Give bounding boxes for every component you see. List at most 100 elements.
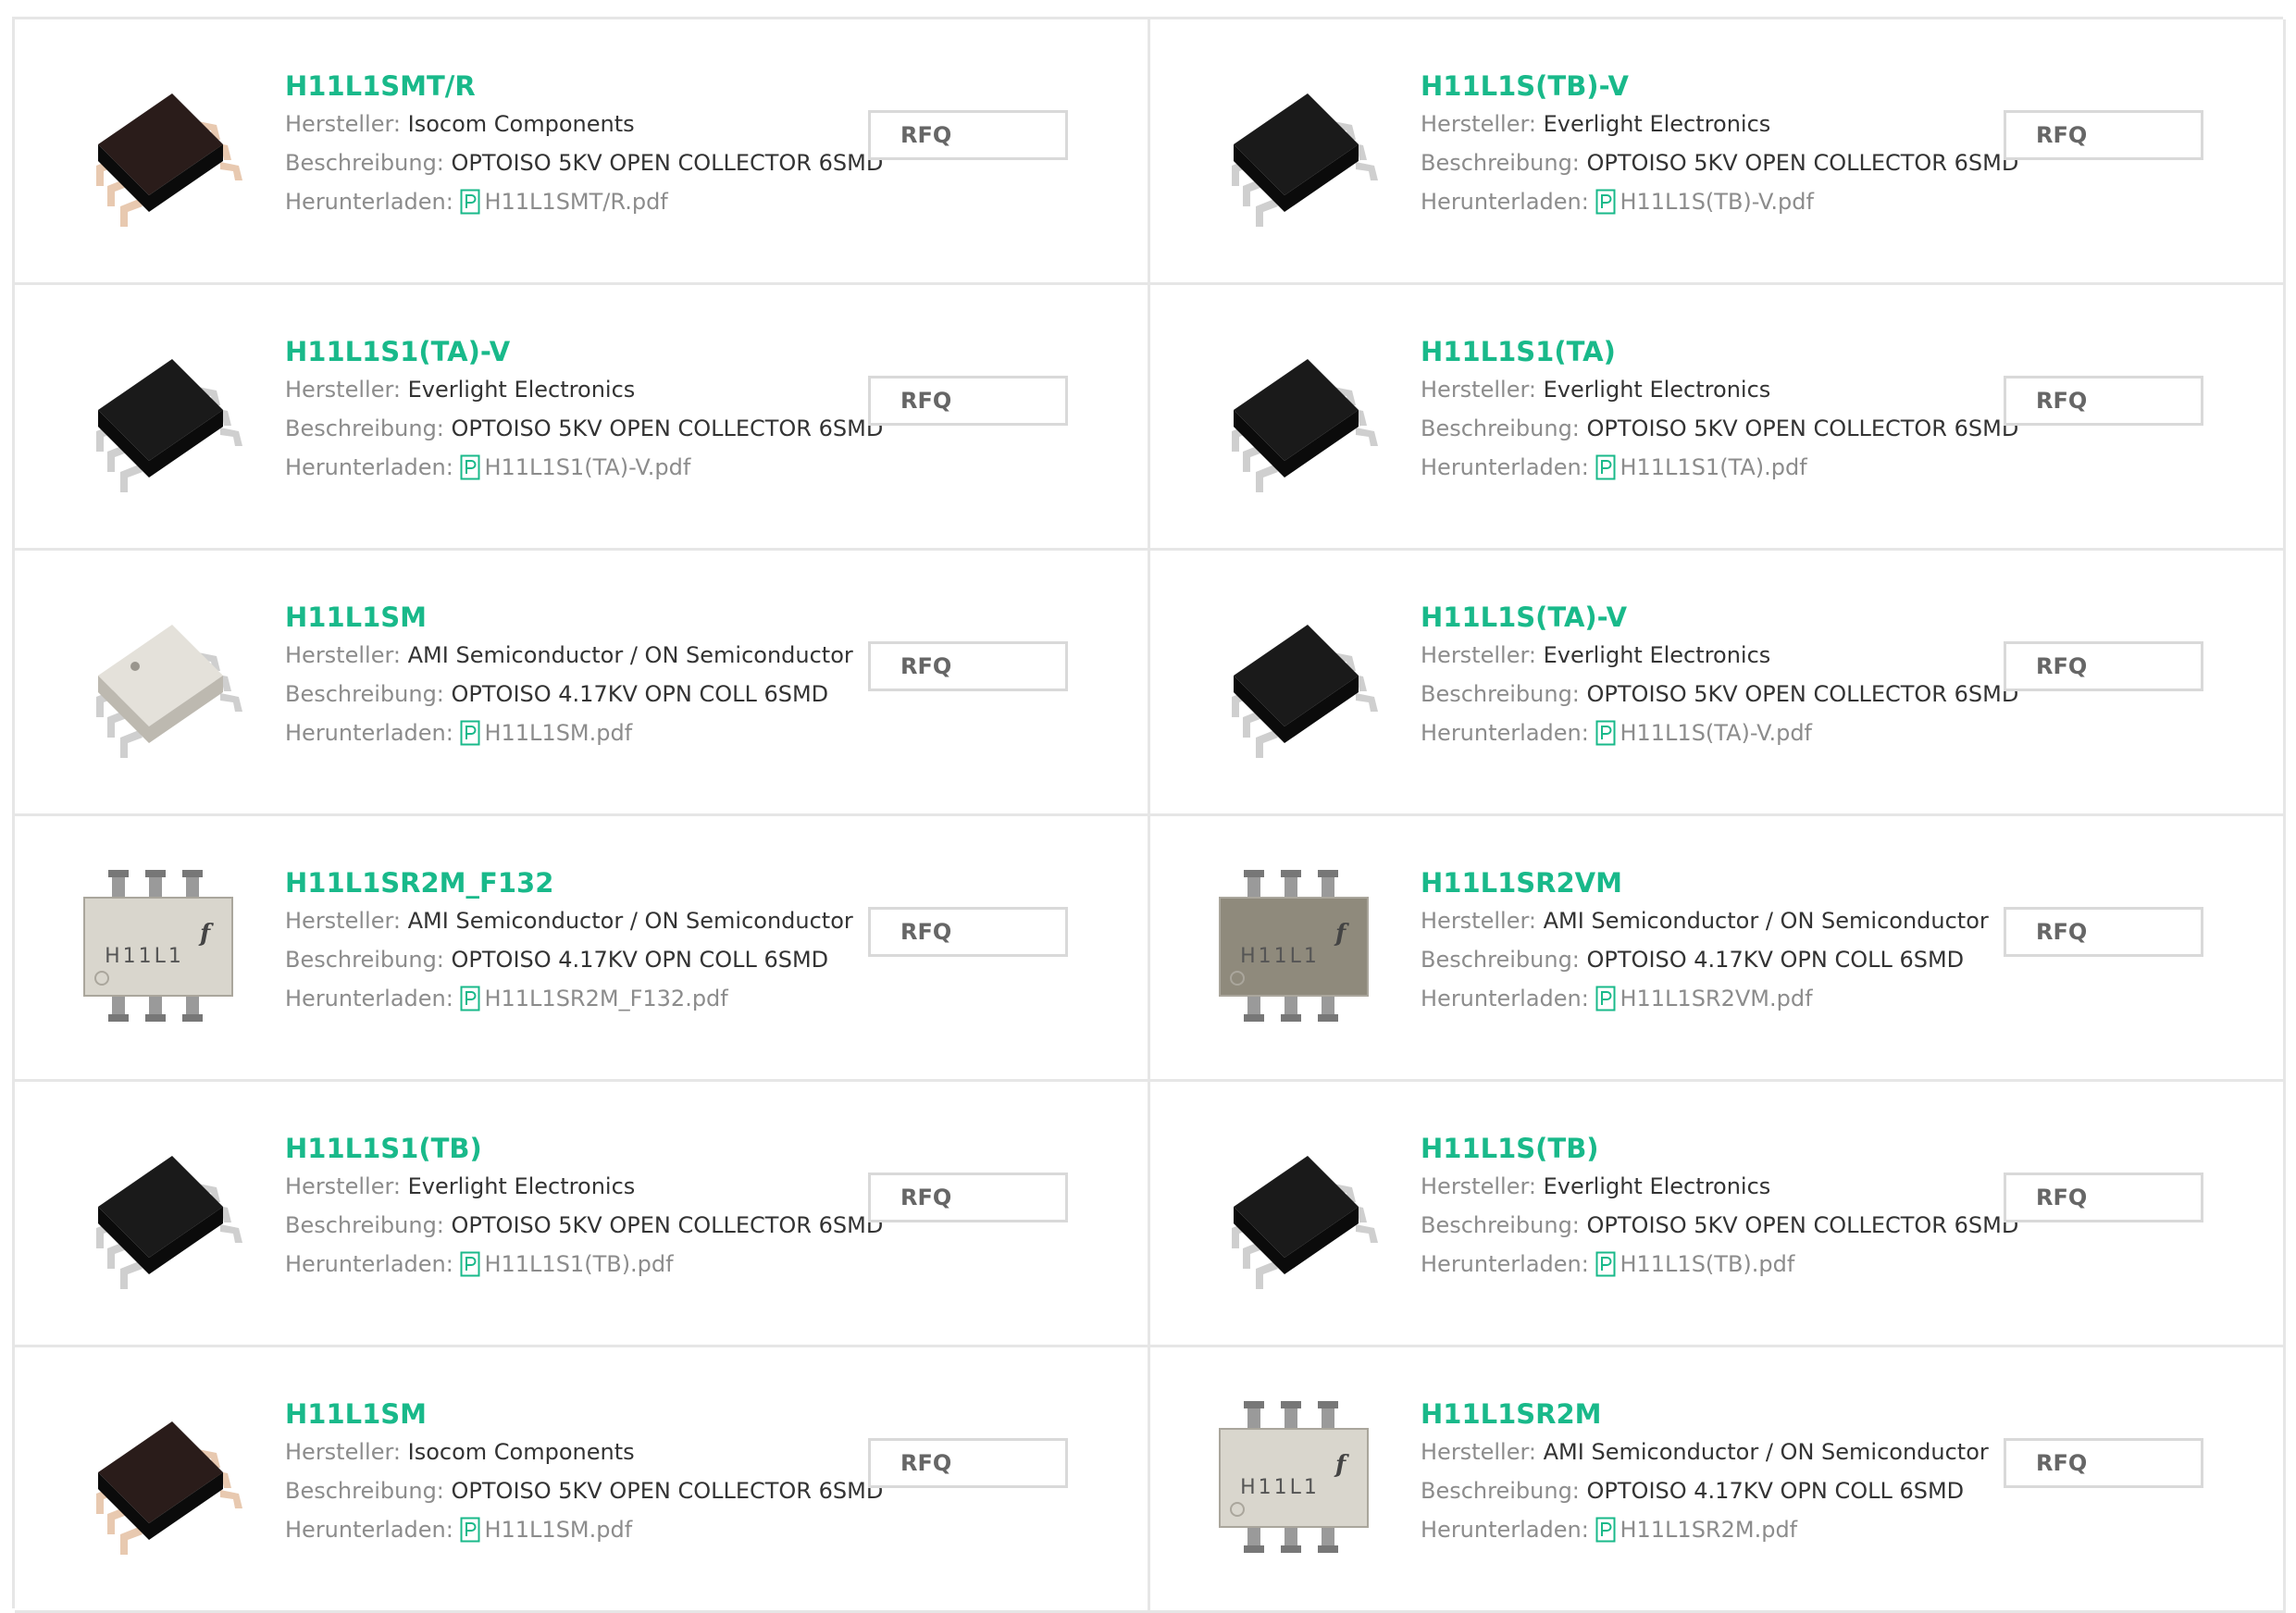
download-label: Herunterladen:	[285, 1517, 453, 1543]
rfq-button[interactable]: RFQ	[2004, 376, 2203, 426]
chip-top-h11l1-light-icon[interactable]: H11L1f	[61, 853, 255, 1038]
pdf-icon	[1595, 454, 1616, 480]
pdf-icon	[460, 720, 480, 746]
description-row: Beschreibung: OPTOISO 5KV OPEN COLLECTOR…	[1421, 409, 2018, 448]
manufacturer-row: Hersteller: Everlight Electronics	[1421, 370, 2013, 409]
rfq-button[interactable]: RFQ	[2004, 907, 2203, 957]
part-number-link[interactable]: H11L1S1(TA)	[1421, 333, 2013, 370]
chip-smd-black-icon[interactable]	[1197, 56, 1391, 242]
chip-smd-isocom-icon[interactable]	[61, 56, 255, 242]
part-number-link[interactable]: H11L1SM	[285, 1396, 877, 1433]
description-value: OPTOISO 5KV OPEN COLLECTOR 6SMD	[1586, 1212, 2019, 1238]
chip-smd-black-icon[interactable]	[1197, 322, 1391, 507]
rfq-button[interactable]: RFQ	[868, 641, 1068, 691]
chip-smd-isocom-icon[interactable]	[61, 1384, 255, 1570]
datasheet-link[interactable]: H11L1SR2M.pdf	[1595, 1517, 1797, 1543]
chip-top-h11l1-dark-icon[interactable]: H11L1f	[1197, 853, 1391, 1038]
part-number-link[interactable]: H11L1S1(TA)-V	[285, 333, 877, 370]
rfq-button[interactable]: RFQ	[2004, 1438, 2203, 1488]
manufacturer-value: Everlight Electronics	[407, 377, 636, 403]
manufacturer-label: Hersteller:	[285, 1439, 401, 1465]
datasheet-link[interactable]: H11L1S1(TB).pdf	[460, 1251, 674, 1277]
part-number-link[interactable]: H11L1S(TB)-V	[1421, 68, 2013, 105]
part-number-link[interactable]: H11L1S1(TB)	[285, 1130, 877, 1167]
product-card: H11L1S(TA)-V Hersteller: Everlight Elect…	[1150, 551, 2286, 816]
datasheet-link[interactable]: H11L1SR2M_F132.pdf	[460, 986, 728, 1011]
pdf-icon	[1595, 1517, 1616, 1543]
chip-smd-black-icon[interactable]	[61, 1119, 255, 1304]
part-number-link[interactable]: H11L1SMT/R	[285, 68, 877, 105]
download-row: Herunterladen: H11L1SR2VM.pdf	[1421, 979, 2013, 1018]
manufacturer-value: Everlight Electronics	[1543, 111, 1771, 137]
download-label: Herunterladen:	[1421, 720, 1589, 746]
datasheet-link[interactable]: H11L1SMT/R.pdf	[460, 189, 668, 215]
description-row: Beschreibung: OPTOISO 4.17KV OPN COLL 6S…	[1421, 1471, 2013, 1510]
description-label: Beschreibung:	[285, 681, 444, 707]
manufacturer-row: Hersteller: Isocom Components	[285, 105, 877, 143]
product-card: H11L1 f H11L1SR2M Hersteller: AMI Semicon…	[1150, 1347, 2286, 1613]
download-row: Herunterladen: H11L1S1(TA)-V.pdf	[285, 448, 877, 487]
rfq-button[interactable]: RFQ	[868, 110, 1068, 160]
manufacturer-row: Hersteller: Everlight Electronics	[285, 1167, 877, 1206]
description-label: Beschreibung:	[285, 1478, 444, 1504]
rfq-button[interactable]: RFQ	[2004, 1173, 2203, 1222]
datasheet-link[interactable]: H11L1S1(TA).pdf	[1595, 454, 1807, 480]
description-value: OPTOISO 5KV OPEN COLLECTOR 6SMD	[1586, 150, 2019, 176]
description-row: Beschreibung: OPTOISO 5KV OPEN COLLECTOR…	[285, 1206, 883, 1245]
part-number-link[interactable]: H11L1SM	[285, 599, 877, 636]
datasheet-link[interactable]: H11L1S1(TA)-V.pdf	[460, 454, 690, 480]
manufacturer-row: Hersteller: AMI Semiconductor / ON Semic…	[1421, 901, 2013, 940]
description-value: OPTOISO 5KV OPEN COLLECTOR 6SMD	[1586, 416, 2019, 441]
chip-smd-white-icon[interactable]	[61, 588, 255, 773]
description-value: OPTOISO 5KV OPEN COLLECTOR 6SMD	[1586, 681, 2019, 707]
manufacturer-label: Hersteller:	[1421, 642, 1536, 668]
description-row: Beschreibung: OPTOISO 5KV OPEN COLLECTOR…	[285, 1471, 883, 1510]
rfq-button[interactable]: RFQ	[868, 376, 1068, 426]
product-info: H11L1SR2M_F132 Hersteller: AMI Semicondu…	[285, 864, 877, 1018]
download-label: Herunterladen:	[1421, 189, 1589, 215]
description-label: Beschreibung:	[285, 1212, 444, 1238]
manufacturer-value: Everlight Electronics	[1543, 377, 1771, 403]
rfq-button[interactable]: RFQ	[2004, 110, 2203, 160]
svg-text:H11L1: H11L1	[1240, 945, 1320, 968]
datasheet-link[interactable]: H11L1S(TA)-V.pdf	[1595, 720, 1812, 746]
download-label: Herunterladen:	[285, 454, 453, 480]
part-number-link[interactable]: H11L1S(TA)-V	[1421, 599, 2013, 636]
part-number-link[interactable]: H11L1S(TB)	[1421, 1130, 2013, 1167]
download-row: Herunterladen: H11L1SR2M_F132.pdf	[285, 979, 877, 1018]
datasheet-filename: H11L1SMT/R.pdf	[484, 189, 668, 215]
pdf-icon	[1595, 1251, 1616, 1277]
rfq-button[interactable]: RFQ	[868, 907, 1068, 957]
description-row: Beschreibung: OPTOISO 5KV OPEN COLLECTOR…	[285, 143, 883, 182]
pdf-icon	[460, 1517, 480, 1543]
description-value: OPTOISO 4.17KV OPN COLL 6SMD	[451, 947, 829, 973]
chip-smd-black-icon[interactable]	[61, 322, 255, 507]
description-label: Beschreibung:	[1421, 681, 1580, 707]
pdf-icon	[460, 454, 480, 480]
manufacturer-row: Hersteller: Everlight Electronics	[1421, 636, 2013, 675]
datasheet-link[interactable]: H11L1SM.pdf	[460, 1517, 632, 1543]
part-number-link[interactable]: H11L1SR2M_F132	[285, 864, 877, 901]
chip-smd-black-icon[interactable]	[1197, 588, 1391, 773]
product-info: H11L1S(TB) Hersteller: Everlight Electro…	[1421, 1130, 2018, 1284]
rfq-button[interactable]: RFQ	[868, 1438, 1068, 1488]
download-row: Herunterladen: H11L1S1(TA).pdf	[1421, 448, 2013, 487]
download-label: Herunterladen:	[285, 720, 453, 746]
chip-top-h11l1-light-icon[interactable]: H11L1f	[1197, 1384, 1391, 1570]
description-value: OPTOISO 4.17KV OPN COLL 6SMD	[1586, 1478, 1965, 1504]
description-row: Beschreibung: OPTOISO 5KV OPEN COLLECTOR…	[1421, 675, 2018, 713]
rfq-button[interactable]: RFQ	[2004, 641, 2203, 691]
product-card: H11L1SMT/R Hersteller: Isocom Components…	[15, 19, 1150, 285]
manufacturer-row: Hersteller: Everlight Electronics	[285, 370, 877, 409]
product-card: H11L1 f H11L1SR2VM Hersteller: AMI Semico…	[1150, 816, 2286, 1082]
rfq-button[interactable]: RFQ	[868, 1173, 1068, 1222]
datasheet-link[interactable]: H11L1S(TB).pdf	[1595, 1251, 1794, 1277]
part-number-link[interactable]: H11L1SR2VM	[1421, 864, 2013, 901]
manufacturer-row: Hersteller: AMI Semiconductor / ON Semic…	[285, 636, 877, 675]
chip-smd-black-icon[interactable]	[1197, 1119, 1391, 1304]
datasheet-filename: H11L1SM.pdf	[484, 720, 633, 746]
datasheet-link[interactable]: H11L1S(TB)-V.pdf	[1595, 189, 1814, 215]
datasheet-link[interactable]: H11L1SR2VM.pdf	[1595, 986, 1813, 1011]
part-number-link[interactable]: H11L1SR2M	[1421, 1396, 2013, 1433]
datasheet-link[interactable]: H11L1SM.pdf	[460, 720, 632, 746]
